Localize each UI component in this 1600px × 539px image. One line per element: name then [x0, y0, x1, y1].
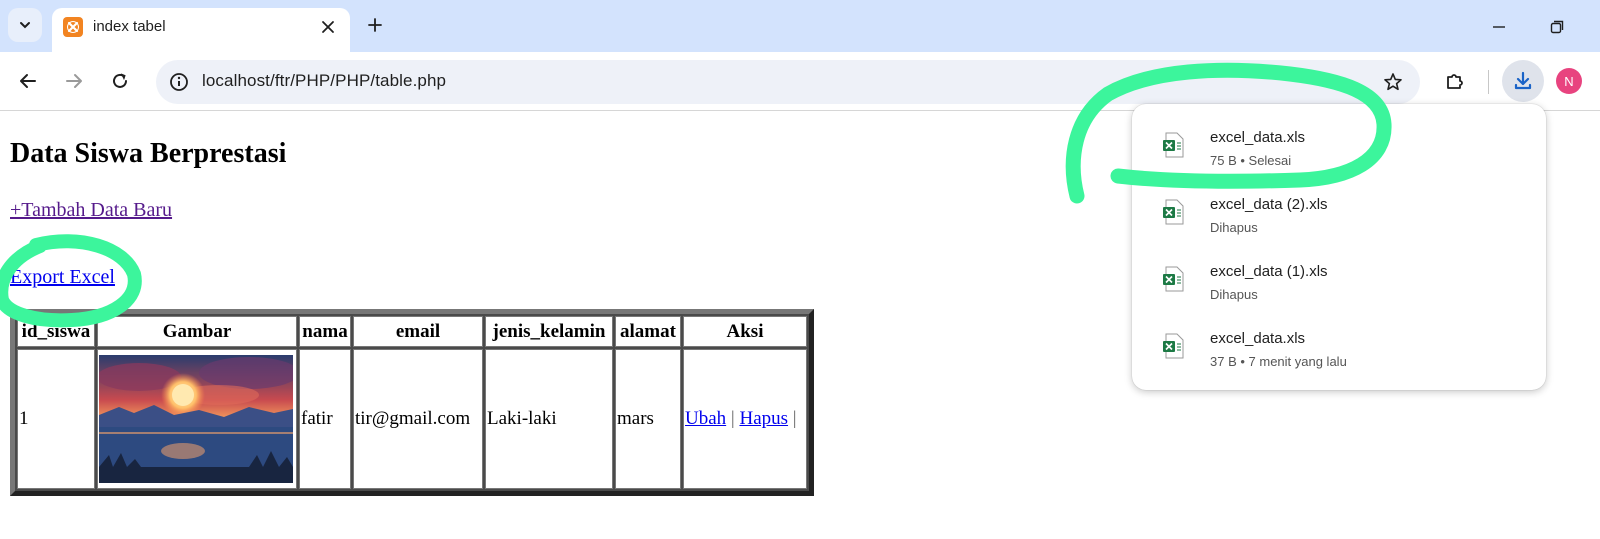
url-text[interactable]: localhost/ftr/PHP/PHP/table.php — [202, 71, 446, 91]
minimize-button[interactable] — [1484, 12, 1514, 42]
toolbar-separator — [1488, 70, 1489, 94]
download-status: Dihapus — [1210, 220, 1258, 235]
student-table: id_siswa Gambar nama email jenis_kelamin… — [10, 309, 814, 496]
download-filename: excel_data (2).xls — [1210, 196, 1328, 213]
browser-toolbar: localhost/ftr/PHP/PHP/table.php N — [0, 52, 1600, 111]
column-header: id_siswa — [17, 316, 95, 347]
student-table-wrapper: id_siswa Gambar nama email jenis_kelamin… — [10, 309, 814, 496]
download-filename: excel_data.xls — [1210, 129, 1306, 146]
tab-strip: index tabel — [0, 0, 1600, 52]
forward-button[interactable] — [57, 64, 91, 98]
bookmark-star-icon[interactable] — [1380, 69, 1406, 95]
cell-id: 1 — [17, 349, 95, 489]
action-separator: | — [730, 408, 735, 429]
excel-file-icon — [1163, 132, 1184, 158]
reload-button[interactable] — [103, 64, 137, 98]
excel-file-icon — [1163, 333, 1184, 359]
download-item[interactable]: excel_data (1).xls Dihapus — [1132, 246, 1546, 312]
delete-link[interactable]: Hapus — [739, 408, 788, 429]
excel-file-icon — [1163, 199, 1184, 225]
edit-link[interactable]: Ubah — [685, 408, 726, 429]
column-header: nama — [299, 316, 351, 347]
cell-gender: Laki-laki — [485, 349, 613, 489]
new-tab-button[interactable] — [360, 10, 390, 40]
download-icon — [1514, 71, 1532, 90]
excel-file-icon — [1163, 266, 1184, 292]
download-item[interactable]: excel_data.xls 37 B • 7 menit yang lalu — [1132, 313, 1546, 379]
xampp-icon — [63, 17, 83, 37]
plus-icon — [368, 18, 382, 32]
table-row: 1 fatir tir@gmail.com Laki-laki mars Uba… — [17, 349, 807, 489]
add-data-link[interactable]: +Tambah Data Baru — [10, 199, 172, 222]
download-item[interactable]: excel_data.xls 75 B • Selesai — [1132, 112, 1546, 178]
tab-title: index tabel — [93, 18, 166, 35]
cell-actions: Ubah | Hapus | — [683, 349, 807, 489]
cell-email: tir@gmail.com — [353, 349, 483, 489]
export-excel-link[interactable]: Export Excel — [10, 266, 115, 289]
download-filename: excel_data (1).xls — [1210, 263, 1328, 280]
downloads-button[interactable] — [1502, 60, 1544, 102]
address-bar[interactable]: localhost/ftr/PHP/PHP/table.php — [156, 60, 1420, 104]
download-status: Dihapus — [1210, 287, 1258, 302]
extensions-button[interactable] — [1438, 64, 1472, 98]
tab-close-button[interactable] — [314, 13, 342, 41]
cell-image — [97, 349, 297, 489]
back-button[interactable] — [11, 64, 45, 98]
tab-search-button[interactable] — [8, 8, 42, 42]
close-icon — [322, 21, 334, 33]
minimize-icon — [1493, 26, 1505, 28]
download-status: 75 B • Selesai — [1210, 153, 1292, 168]
chevron-down-icon — [20, 22, 30, 29]
info-icon[interactable] — [166, 69, 192, 95]
column-header: jenis_kelamin — [485, 316, 613, 347]
cell-name: fatir — [299, 349, 351, 489]
column-header: Aksi — [683, 316, 807, 347]
arrow-left-icon — [20, 74, 36, 88]
profile-avatar[interactable]: N — [1556, 68, 1582, 94]
puzzle-icon — [1447, 74, 1463, 89]
download-item[interactable]: excel_data (2).xls Dihapus — [1132, 179, 1546, 245]
download-status: 37 B • 7 menit yang lalu — [1210, 354, 1347, 369]
cell-address: mars — [615, 349, 681, 489]
download-filename: excel_data.xls — [1210, 330, 1306, 347]
active-tab[interactable]: index tabel — [52, 8, 350, 52]
column-header: Gambar — [97, 316, 297, 347]
restore-button[interactable] — [1542, 12, 1572, 42]
student-photo-image — [99, 355, 293, 483]
column-header: alamat — [615, 316, 681, 347]
column-header: email — [353, 316, 483, 347]
downloads-bubble: excel_data.xls 75 B • Selesai excel_data… — [1132, 104, 1546, 390]
restore-icon — [1550, 20, 1564, 34]
page-title: Data Siswa Berprestasi — [10, 138, 287, 169]
action-separator: | — [792, 408, 797, 429]
table-header-row: id_siswa Gambar nama email jenis_kelamin… — [17, 316, 807, 347]
arrow-right-icon — [66, 74, 82, 88]
reload-icon — [113, 73, 127, 88]
